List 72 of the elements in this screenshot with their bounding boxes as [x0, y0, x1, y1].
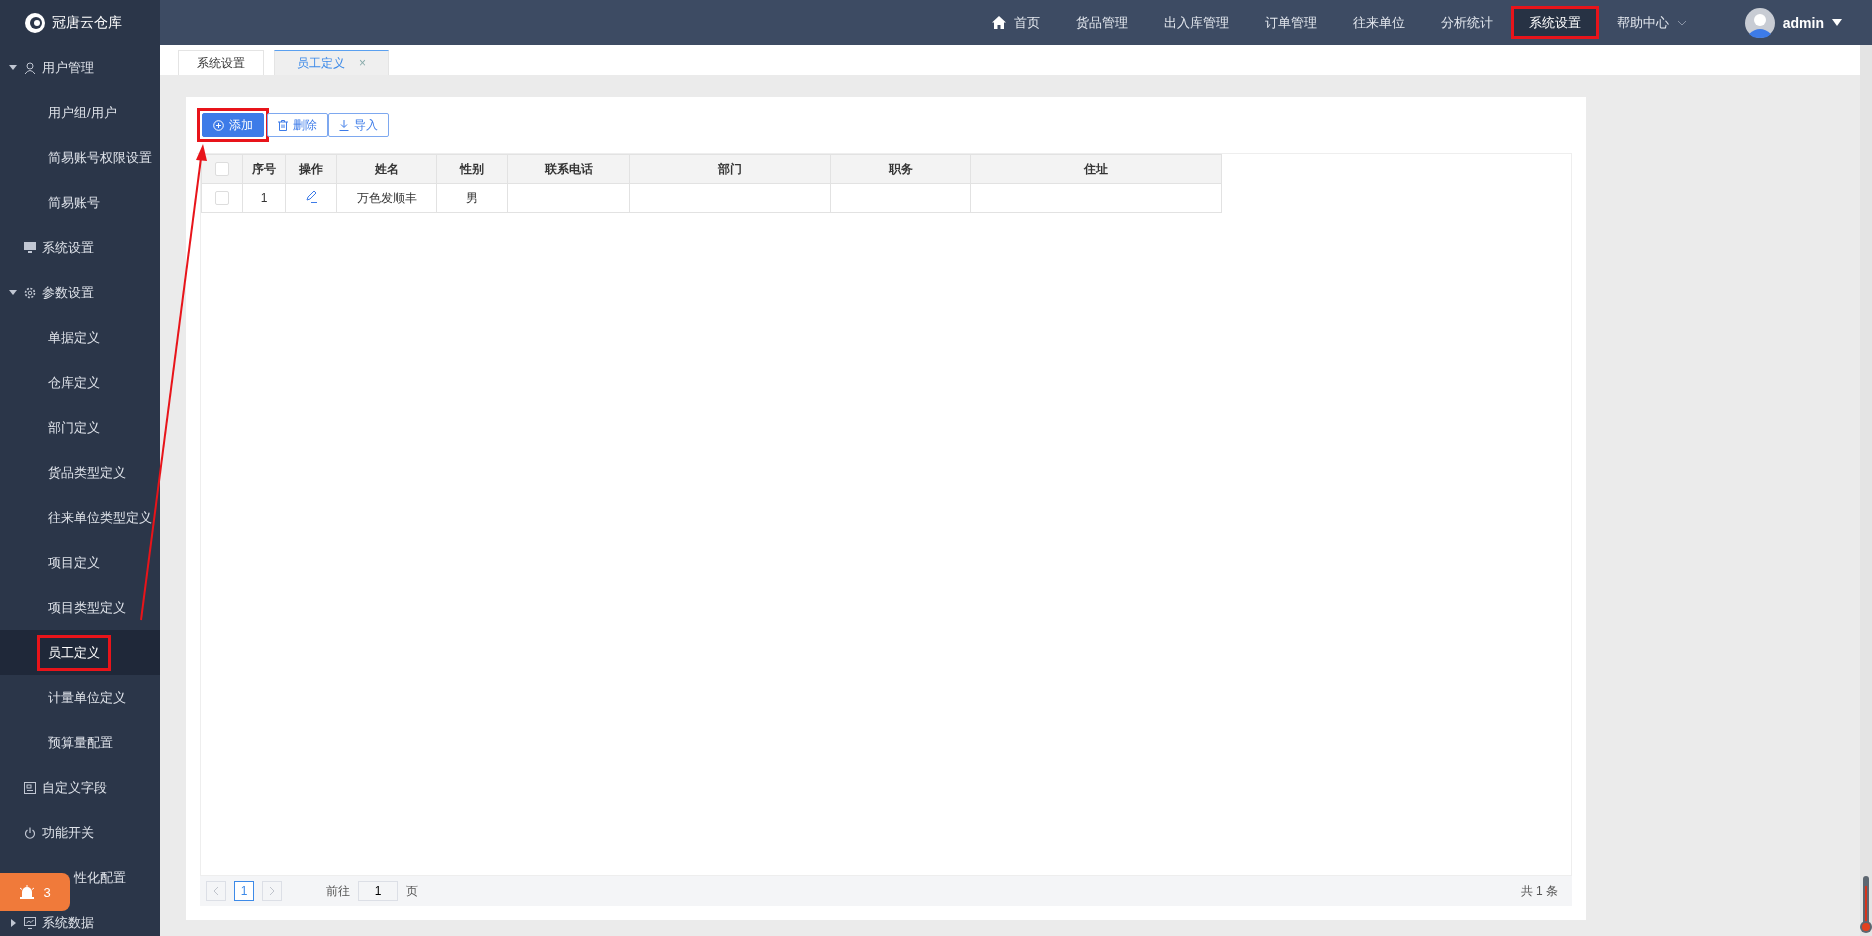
- alarm-icon: [19, 885, 36, 899]
- nav-item[interactable]: 往来单位: [1334, 6, 1423, 39]
- nav-item[interactable]: 出入库管理: [1145, 6, 1247, 39]
- sidebar-item[interactable]: 货品类型定义: [0, 450, 160, 495]
- chart-icon: [24, 916, 36, 929]
- sidebar-item[interactable]: 用户组/用户: [0, 90, 160, 135]
- nav-item[interactable]: 货品管理: [1057, 6, 1146, 39]
- monitor-icon: [24, 242, 36, 253]
- sidebar-item[interactable]: 功能开关: [0, 810, 160, 855]
- form-icon: [24, 781, 36, 794]
- column-header: 住址: [970, 154, 1222, 184]
- sidebar-item[interactable]: 简易账号权限设置: [0, 135, 160, 180]
- logo-icon: [24, 11, 46, 34]
- sidebar-item[interactable]: 部门定义: [0, 405, 160, 450]
- sidebar-item[interactable]: 简易账号: [0, 180, 160, 225]
- home-icon: [991, 16, 1006, 29]
- sidebar-item[interactable]: 项目类型定义: [0, 585, 160, 630]
- edit-icon[interactable]: [304, 190, 318, 203]
- previous-page-button[interactable]: [206, 881, 226, 901]
- avatar-icon: [1744, 7, 1775, 38]
- sidebar-item[interactable]: 项目定义: [0, 540, 160, 585]
- sidebar-item[interactable]: 计量单位定义: [0, 675, 160, 720]
- column-header: 操作: [285, 154, 337, 184]
- column-header: 部门: [629, 154, 831, 184]
- column-header: 性别: [436, 154, 508, 184]
- sidebar-item[interactable]: 员工定义: [0, 630, 160, 675]
- nav-item[interactable]: 系统设置: [1510, 6, 1599, 39]
- caret-icon: [1832, 19, 1842, 26]
- sidebar-item[interactable]: 性化配置: [74, 855, 126, 900]
- column-header: 序号: [242, 154, 286, 184]
- chevron-icon: [1676, 19, 1687, 26]
- thermometer-icon: [1860, 876, 1872, 934]
- settings-icon: [24, 286, 36, 299]
- chevron-right-icon: [269, 886, 275, 896]
- table-cell: 1: [242, 183, 286, 213]
- nav-item[interactable]: 首页: [973, 6, 1058, 39]
- power-icon: [24, 826, 36, 839]
- app-title: 冠唐云仓库: [52, 13, 122, 32]
- column-header: 联系电话: [507, 154, 630, 184]
- column-header: 职务: [830, 154, 971, 184]
- sidebar-item[interactable]: 系统设置: [0, 225, 160, 270]
- nav-item[interactable]: 分析统计: [1422, 6, 1511, 39]
- sidebar-item[interactable]: 预算量配置: [0, 720, 160, 765]
- table-cell: 男: [436, 183, 508, 213]
- table-cell: 万色发顺丰: [336, 183, 437, 213]
- nav-item[interactable]: 订单管理: [1246, 6, 1335, 39]
- trash-icon: [278, 119, 288, 131]
- next-page-button[interactable]: [262, 881, 282, 901]
- sidebar-item[interactable]: 自定义字段: [0, 765, 160, 810]
- sidebar-item[interactable]: 仓库定义: [0, 360, 160, 405]
- checkbox[interactable]: [215, 162, 229, 177]
- sidebar-item[interactable]: 参数设置: [0, 270, 160, 315]
- total-count: 共 1 条: [1520, 882, 1558, 900]
- download-icon: [339, 119, 349, 131]
- nav-item[interactable]: 帮助中心: [1598, 6, 1705, 39]
- page-input[interactable]: 1: [358, 881, 398, 901]
- column-header: 姓名: [336, 154, 437, 184]
- toolbar-button[interactable]: 添加: [202, 113, 264, 137]
- tab[interactable]: 系统设置: [178, 50, 264, 75]
- user-icon: [24, 61, 36, 74]
- chevron-left-icon: [213, 886, 219, 896]
- page-number[interactable]: 1: [234, 881, 254, 901]
- toolbar-button[interactable]: 导入: [328, 113, 389, 137]
- user-name[interactable]: admin: [1782, 14, 1824, 31]
- page-suffix: 页: [406, 882, 418, 900]
- sidebar-item[interactable]: 用户管理: [0, 45, 160, 90]
- checkbox[interactable]: [215, 191, 229, 206]
- toolbar-button[interactable]: 删除: [267, 113, 328, 137]
- sidebar-item[interactable]: 往来单位类型定义: [0, 495, 160, 540]
- sidebar-item[interactable]: 单据定义: [0, 315, 160, 360]
- goto-label: 前往: [326, 882, 350, 900]
- plus-icon: [213, 119, 224, 131]
